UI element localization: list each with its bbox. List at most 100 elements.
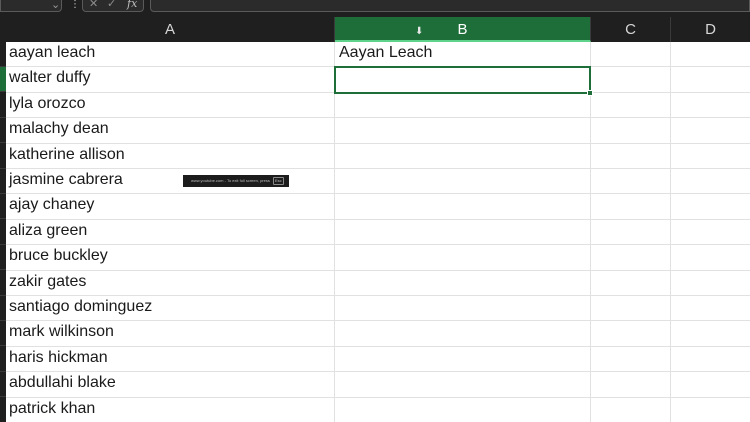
- cell-value: haris hickman: [9, 348, 108, 366]
- cell-b[interactable]: [335, 296, 591, 321]
- cell-c[interactable]: [591, 397, 671, 422]
- cell-b[interactable]: [335, 397, 591, 422]
- cell-a[interactable]: patrick khan: [6, 397, 335, 422]
- cell-b[interactable]: [335, 118, 591, 144]
- cell-b[interactable]: [335, 169, 591, 194]
- cell-a[interactable]: aliza green: [6, 219, 335, 245]
- cell-value: lyla orozco: [9, 94, 86, 112]
- close-icon[interactable]: ✕: [89, 0, 98, 10]
- cell-a[interactable]: haris hickman: [6, 346, 335, 372]
- cell-b[interactable]: [335, 346, 591, 372]
- cell-value: abdullahi blake: [9, 374, 116, 392]
- chevron-down-icon[interactable]: ⌄: [51, 0, 60, 11]
- column-header-d[interactable]: D: [671, 17, 750, 42]
- name-box[interactable]: ⌄: [0, 0, 62, 12]
- table-row: bruce buckley: [6, 245, 750, 271]
- cell-c[interactable]: [591, 372, 671, 398]
- cell-value: zakir gates: [9, 272, 87, 290]
- cell-value: jasmine cabrera: [9, 171, 123, 188]
- check-icon[interactable]: ✓: [107, 0, 116, 10]
- cell-a[interactable]: bruce buckley: [6, 245, 335, 271]
- column-label: C: [625, 21, 636, 38]
- cell-c[interactable]: [591, 118, 671, 144]
- table-row: haris hickman: [6, 346, 750, 373]
- table-row: ajay chaney: [6, 194, 750, 220]
- table-row: santiago dominguez: [6, 296, 750, 322]
- cell-c[interactable]: [591, 296, 671, 321]
- table-row: aliza green: [6, 219, 750, 246]
- table-row: abdullahi blake: [6, 372, 750, 398]
- insert-function-button[interactable]: fx: [127, 0, 137, 10]
- cell-d[interactable]: [671, 42, 750, 67]
- column-header-c[interactable]: C: [591, 17, 671, 42]
- column-header-a[interactable]: A: [6, 17, 335, 42]
- cell-c[interactable]: [591, 169, 671, 194]
- cell-d[interactable]: [671, 347, 750, 372]
- cell-a[interactable]: lyla orozco: [6, 92, 335, 118]
- formula-controls: ✕ ✓ fx: [82, 0, 144, 12]
- table-row: katherine allison: [6, 143, 750, 169]
- cell-a[interactable]: walter duffy: [6, 67, 335, 93]
- cell-d[interactable]: [671, 372, 750, 397]
- table-row: mark wilkinson: [6, 321, 750, 347]
- cell-a[interactable]: katherine allison: [6, 143, 335, 169]
- cell-a[interactable]: mark wilkinson: [6, 321, 335, 347]
- cell-a[interactable]: santiago dominguez: [6, 296, 335, 321]
- cell-c[interactable]: [591, 67, 671, 93]
- cell-b[interactable]: [335, 219, 591, 245]
- cell-a[interactable]: malachy dean: [6, 118, 335, 144]
- table-row: lyla orozco: [6, 92, 750, 119]
- cell-value: aliza green: [9, 221, 88, 239]
- cell-b[interactable]: [335, 245, 591, 271]
- column-select-arrow-icon: ⬇: [415, 26, 424, 37]
- cell-d[interactable]: [671, 398, 750, 422]
- cell-d[interactable]: [671, 67, 750, 92]
- cell-b[interactable]: [335, 321, 591, 347]
- cell-b[interactable]: [335, 372, 591, 398]
- cell-value: bruce buckley: [9, 247, 108, 265]
- cell-d[interactable]: [671, 271, 750, 296]
- formula-bar: ⌄ ⋮ ✕ ✓ fx: [0, 0, 750, 17]
- cell-b[interactable]: [335, 194, 591, 220]
- esc-key-badge: Esc: [272, 177, 284, 185]
- formula-input[interactable]: [150, 0, 750, 12]
- column-headers: A ⬇ B C D: [0, 17, 750, 42]
- cell-c[interactable]: [591, 245, 671, 271]
- cell-d[interactable]: [671, 144, 750, 169]
- cell-d[interactable]: [671, 118, 750, 143]
- cell-a[interactable]: zakir gates: [6, 270, 335, 296]
- cell-c[interactable]: [591, 143, 671, 169]
- cell-value: patrick khan: [9, 399, 96, 417]
- cell-d[interactable]: [671, 194, 750, 219]
- table-row: zakir gates: [6, 270, 750, 296]
- cell-d[interactable]: [671, 245, 750, 270]
- table-row: aayan leach Aayan Leach: [6, 42, 750, 68]
- cell-d[interactable]: [671, 296, 750, 321]
- more-options-icon[interactable]: ⋮: [70, 0, 80, 10]
- cell-c[interactable]: [591, 92, 671, 118]
- cell-a[interactable]: aayan leach: [6, 42, 335, 67]
- cell-a[interactable]: abdullahi blake: [6, 372, 335, 398]
- cell-b[interactable]: [335, 270, 591, 296]
- cell-d[interactable]: [671, 93, 750, 118]
- cell-b[interactable]: [335, 92, 591, 118]
- cell-value: santiago dominguez: [9, 298, 153, 315]
- fill-handle[interactable]: [587, 90, 593, 96]
- cell-b[interactable]: Aayan Leach: [335, 42, 591, 67]
- cell-d[interactable]: [671, 321, 750, 346]
- cell-c[interactable]: [591, 219, 671, 245]
- cell-value: ajay chaney: [9, 196, 95, 214]
- active-cell-selection[interactable]: [334, 66, 593, 96]
- column-header-b[interactable]: ⬇ B: [335, 17, 591, 42]
- cell-c[interactable]: [591, 42, 671, 67]
- cell-b[interactable]: [335, 143, 591, 169]
- worksheet-grid[interactable]: aayan leach Aayan Leach walter duffy lyla o…: [6, 42, 750, 422]
- cell-d[interactable]: [671, 220, 750, 245]
- cell-a[interactable]: ajay chaney: [6, 194, 335, 220]
- cell-c[interactable]: [591, 270, 671, 296]
- cell-d[interactable]: [671, 169, 750, 194]
- column-label: B: [457, 21, 468, 38]
- cell-c[interactable]: [591, 346, 671, 372]
- cell-c[interactable]: [591, 321, 671, 347]
- cell-c[interactable]: [591, 194, 671, 220]
